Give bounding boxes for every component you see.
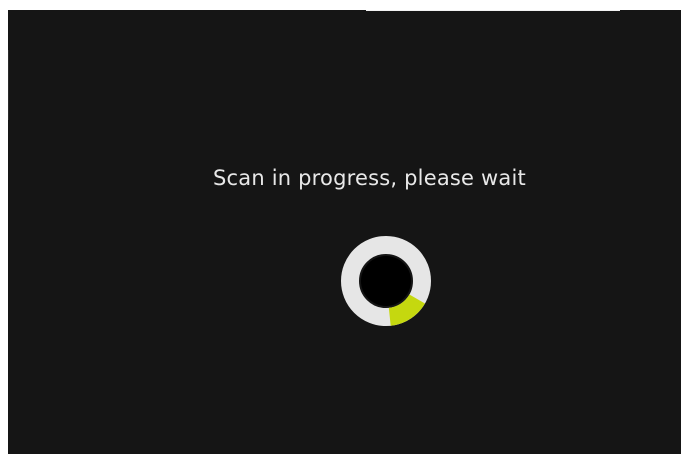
scan-status-message: Scan in progress, please wait: [213, 166, 526, 190]
left-edge-divider: [8, 50, 9, 120]
top-edge-bar: [366, 10, 620, 11]
scan-screen: Scan in progress, please wait: [8, 10, 681, 454]
loading-spinner-icon: [341, 236, 431, 326]
spinner-center: [361, 256, 411, 306]
